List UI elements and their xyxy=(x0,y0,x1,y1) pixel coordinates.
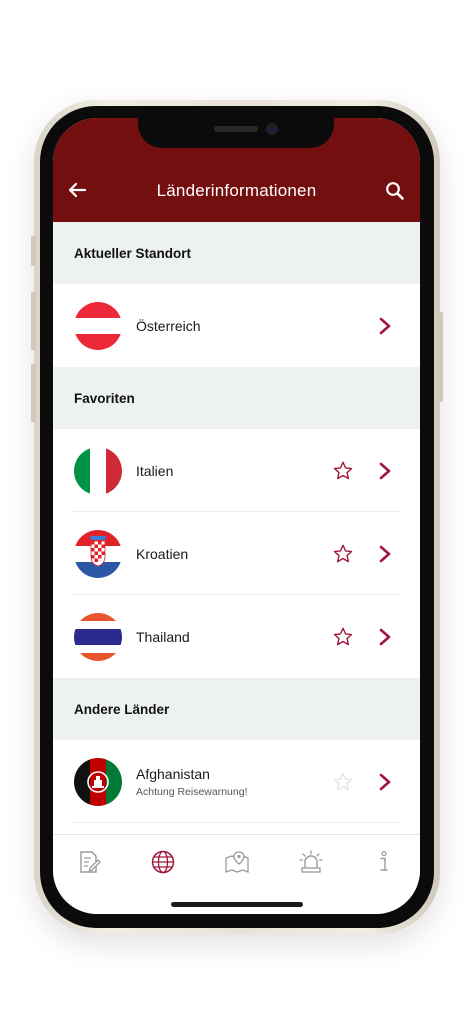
country-label: Österreich xyxy=(136,317,201,334)
search-icon[interactable] xyxy=(384,180,406,202)
alarm-light-icon[interactable] xyxy=(298,849,324,875)
country-label: Afghanistan xyxy=(136,766,210,782)
country-label: Italien xyxy=(136,462,174,479)
volume-down-button xyxy=(31,364,36,422)
country-row-croatia[interactable]: Kroatien xyxy=(53,512,420,595)
austria-flag-icon xyxy=(74,301,122,350)
section-header-other-countries: Andere Länder xyxy=(53,678,420,740)
mute-switch xyxy=(31,236,36,266)
country-row-austria[interactable]: Österreich xyxy=(53,284,420,367)
country-label: Kroatien xyxy=(136,545,189,562)
chevron-right-icon[interactable] xyxy=(378,628,392,646)
star-outline-icon[interactable] xyxy=(332,771,354,793)
country-label: Thailand xyxy=(136,628,190,645)
afghanistan-flag-icon xyxy=(74,757,122,806)
star-outline-icon[interactable] xyxy=(332,626,354,648)
page-title: Länderinformationen xyxy=(156,181,317,200)
volume-up-button xyxy=(31,292,36,350)
italy-flag-icon xyxy=(74,446,122,495)
section-header-favorites: Favoriten xyxy=(53,367,420,429)
croatia-flag-icon xyxy=(74,529,122,578)
app-screen: Länderinformationen Aktueller Standort Ö… xyxy=(53,118,420,914)
info-icon[interactable] xyxy=(371,849,397,875)
star-outline-icon[interactable] xyxy=(332,460,354,482)
map-pin-icon[interactable] xyxy=(224,849,250,875)
section-header-current-location: Aktueller Standort xyxy=(53,222,420,284)
chevron-right-icon[interactable] xyxy=(378,773,392,791)
front-camera xyxy=(266,123,278,135)
document-edit-icon[interactable] xyxy=(76,849,102,875)
phone-notch xyxy=(138,106,334,148)
country-row-italy[interactable]: Italien xyxy=(53,429,420,512)
chevron-right-icon[interactable] xyxy=(378,462,392,480)
country-row-afghanistan[interactable]: Afghanistan Achtung Reisewarnung! xyxy=(53,740,420,823)
thailand-flag-icon xyxy=(74,612,122,661)
star-outline-icon[interactable] xyxy=(332,543,354,565)
travel-warning-text: Achtung Reisewarnung! xyxy=(136,786,248,798)
chevron-right-icon[interactable] xyxy=(378,317,392,335)
power-button xyxy=(438,312,443,402)
country-row-thailand[interactable]: Thailand xyxy=(53,595,420,678)
chevron-right-icon[interactable] xyxy=(378,545,392,563)
row-divider xyxy=(73,822,400,823)
globe-icon[interactable] xyxy=(150,849,176,875)
home-indicator[interactable] xyxy=(171,902,303,907)
speaker-grille xyxy=(214,126,258,132)
